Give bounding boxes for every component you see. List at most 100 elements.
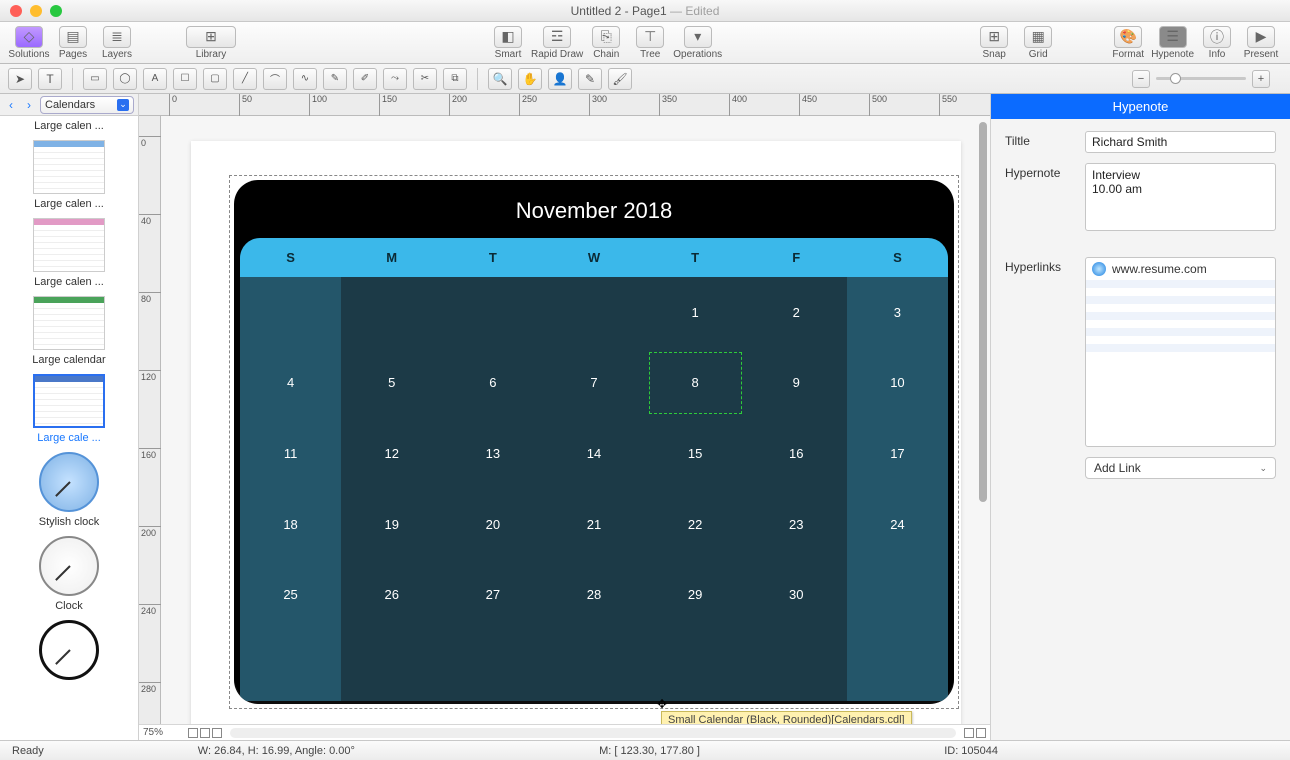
library-selector[interactable]: Calendars ⌄ [40,96,134,114]
person-tool[interactable]: 👤 [548,68,572,90]
arc-tool[interactable]: ⌒ [263,68,287,90]
toolbar-library[interactable]: ⊞Library [186,24,236,62]
calendar-day-cell[interactable]: 14 [543,418,644,489]
toolbar-info[interactable]: ⓘInfo [1196,24,1238,62]
toolbar-solutions[interactable]: ◇Solutions [8,24,50,62]
vertical-scrollbar[interactable] [976,116,990,724]
calendar-day-cell[interactable]: 28 [543,560,644,631]
calendar-day-cell [442,277,543,348]
crop-tool[interactable]: ⧉ [443,68,467,90]
hyperlinks-list[interactable]: www.resume.com [1085,257,1276,447]
add-link-button[interactable]: Add Link ⌄ [1085,457,1276,479]
calendar-day-cell[interactable]: 18 [240,489,341,560]
calendar-day-cell[interactable]: 20 [442,489,543,560]
hyperlink-row[interactable]: www.resume.com [1086,258,1275,280]
calendar-day-cell[interactable]: 13 [442,418,543,489]
calendar-day-cell[interactable]: 2 [746,277,847,348]
scissors-tool[interactable]: ✂ [413,68,437,90]
hypernote-textarea[interactable]: Interview 10.00 am [1085,163,1276,231]
toolbar-layers[interactable]: ≣Layers [96,24,138,62]
calendar-day-cell[interactable]: 3 [847,277,948,348]
calendar-day-heading: M [341,238,442,277]
library-item[interactable]: Stylish clock [0,452,138,528]
toolbar-smart[interactable]: ◧Smart [487,24,529,62]
connector-tool[interactable]: ⤳ [383,68,407,90]
calendar-day-cell[interactable]: 29 [645,560,746,631]
toolbar-pages[interactable]: ▤Pages [52,24,94,62]
library-back-icon[interactable]: ‹ [4,98,18,112]
calendar-day-cell[interactable]: 16 [746,418,847,489]
calendar-selection-box[interactable]: November 2018 SMTWTFS 123456789101112131… [229,175,959,709]
calendar-day-cell[interactable]: 23 [746,489,847,560]
calendar-day-cell[interactable]: 9 [746,348,847,419]
library-item[interactable]: Large calen ... [0,218,138,288]
toolbar-chain[interactable]: ⎘Chain [585,24,627,62]
toolbar-operations[interactable]: ▾Operations [673,24,722,62]
calendar-day-cell[interactable]: 4 [240,348,341,419]
toolbar-present[interactable]: ▶Present [1240,24,1282,62]
library-item[interactable]: Large calen ... [0,120,138,132]
calendar-day-cell [847,560,948,631]
library-item[interactable]: Large calendar [0,296,138,366]
calendar-day-cell[interactable]: 22 [645,489,746,560]
calendar-day-cell[interactable]: 17 [847,418,948,489]
canvas-area: 050100150200250300350400450500550 040801… [139,94,990,740]
pointer-tool[interactable]: ➤ [8,68,32,90]
calendar-object[interactable]: November 2018 SMTWTFS 123456789101112131… [234,180,954,704]
pencil-tool[interactable]: ✐ [353,68,377,90]
horizontal-scrollbar[interactable] [230,728,956,738]
rect-tool[interactable]: ▭ [83,68,107,90]
calendar-day-cell[interactable]: 26 [341,560,442,631]
calendar-day-cell [341,630,442,701]
zoom-out-button[interactable]: − [1132,70,1150,88]
eyedropper-tool[interactable]: ✎ [578,68,602,90]
ellipse-tool[interactable]: ◯ [113,68,137,90]
zoom-slider[interactable] [1156,77,1246,80]
callout-tool[interactable]: ▢ [203,68,227,90]
library-item[interactable] [0,620,138,680]
toolbar-hypenote[interactable]: ☰Hypenote [1151,24,1194,62]
toolbar-tree[interactable]: ⊤Tree [629,24,671,62]
calendar-day-cell[interactable]: 21 [543,489,644,560]
textbox-tool[interactable]: ☐ [173,68,197,90]
calendar-day-cell[interactable]: 1 [645,277,746,348]
calendar-day-cell[interactable]: 30 [746,560,847,631]
calendar-day-cell[interactable]: 12 [341,418,442,489]
calendar-day-cell[interactable]: 7 [543,348,644,419]
main-toolbar: ◇Solutions▤Pages≣Layers ⊞Library ◧Smart☲… [0,22,1290,64]
library-item[interactable]: Clock [0,536,138,612]
curve-tool[interactable]: ∿ [293,68,317,90]
vertical-ruler: 04080120160200240280 [139,116,161,724]
calendar-day-cell[interactable]: 11 [240,418,341,489]
page-mode-icons[interactable] [184,728,226,738]
page-corner-icons[interactable] [960,728,990,738]
toolbar-grid[interactable]: ▦Grid [1017,24,1059,62]
calendar-day-cell[interactable]: 15 [645,418,746,489]
canvas[interactable]: November 2018 SMTWTFS 123456789101112131… [161,116,990,724]
toolbar-snap[interactable]: ⊞Snap [973,24,1015,62]
calendar-day-cell[interactable]: 19 [341,489,442,560]
text-shape-tool[interactable]: A [143,68,167,90]
calendar-day-cell[interactable]: 25 [240,560,341,631]
zoom-level[interactable]: 75% [139,727,184,738]
inspector-panel: Hypenote Tiltle Hypernote Interview 10.0… [990,94,1290,740]
zoom-in-button[interactable]: + [1252,70,1270,88]
calendar-day-cell[interactable]: 27 [442,560,543,631]
calendar-day-cell[interactable]: 6 [442,348,543,419]
hand-tool[interactable]: ✋ [518,68,542,90]
zoom-tool[interactable]: 🔍 [488,68,512,90]
brush-tool[interactable]: 🖌 [608,68,632,90]
text-tool[interactable]: T [38,68,62,90]
title-input[interactable] [1085,131,1276,153]
toolbar-rapid-draw[interactable]: ☲Rapid Draw [531,24,583,62]
toolbar-format[interactable]: 🎨Format [1107,24,1149,62]
calendar-day-cell[interactable]: 24 [847,489,948,560]
library-item[interactable]: Large cale ... [0,374,138,444]
calendar-day-cell[interactable]: 8 [645,348,746,419]
calendar-day-cell[interactable]: 10 [847,348,948,419]
library-forward-icon[interactable]: › [22,98,36,112]
line-tool[interactable]: ╱ [233,68,257,90]
calendar-day-cell[interactable]: 5 [341,348,442,419]
pen-tool[interactable]: ✎ [323,68,347,90]
library-item[interactable]: Large calen ... [0,140,138,210]
